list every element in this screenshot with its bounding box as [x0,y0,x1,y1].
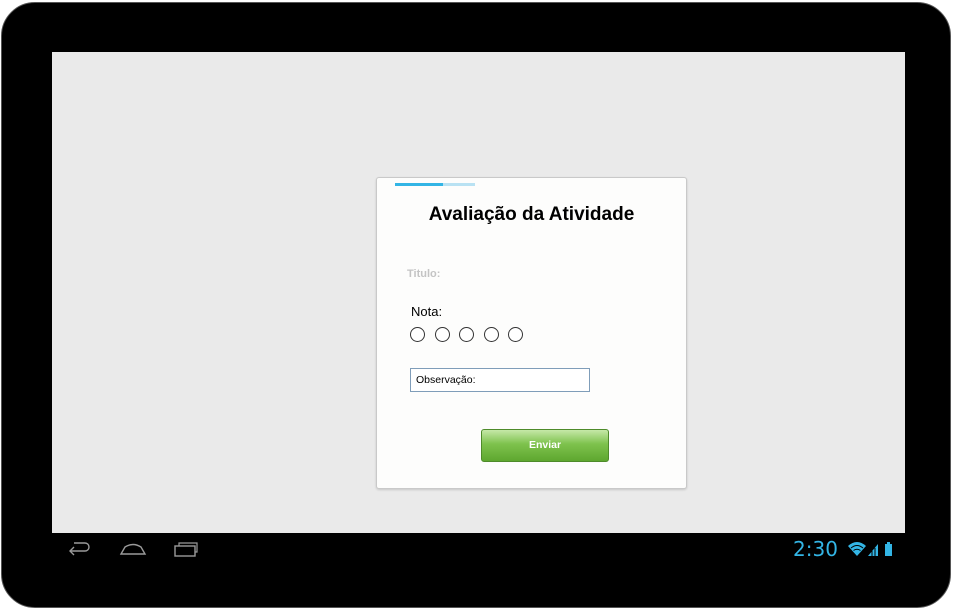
titulo-label: Titulo: [407,268,441,280]
rating-radio-3[interactable] [459,327,474,342]
recent-apps-icon[interactable] [173,533,199,565]
rating-radio-1[interactable] [410,327,425,342]
rating-radio-4[interactable] [483,327,499,342]
rating-radio-2[interactable] [434,327,450,342]
observacao-field[interactable]: Observação: [410,368,590,392]
dialog-title: Avaliação da Atividade [428,204,635,225]
progress-bar-fill [395,183,443,186]
rating-radio-group [410,327,533,342]
system-nav-bar: 2:30 [52,533,905,565]
rating-dialog: Avaliação da Atividade Titulo: Nota: Obs… [376,177,687,489]
nota-label: Nota: [411,304,443,319]
clock: 2:30 [793,537,838,561]
progress-bar [395,183,475,186]
home-icon[interactable] [119,533,147,565]
rating-radio-5[interactable] [508,327,523,342]
signal-icon [868,544,878,556]
battery-icon [885,542,892,556]
back-icon[interactable] [66,533,92,565]
enviar-button[interactable]: Enviar [481,429,609,462]
wifi-icon [848,542,866,556]
app-screen: Avaliação da Atividade Titulo: Nota: Obs… [52,52,905,533]
